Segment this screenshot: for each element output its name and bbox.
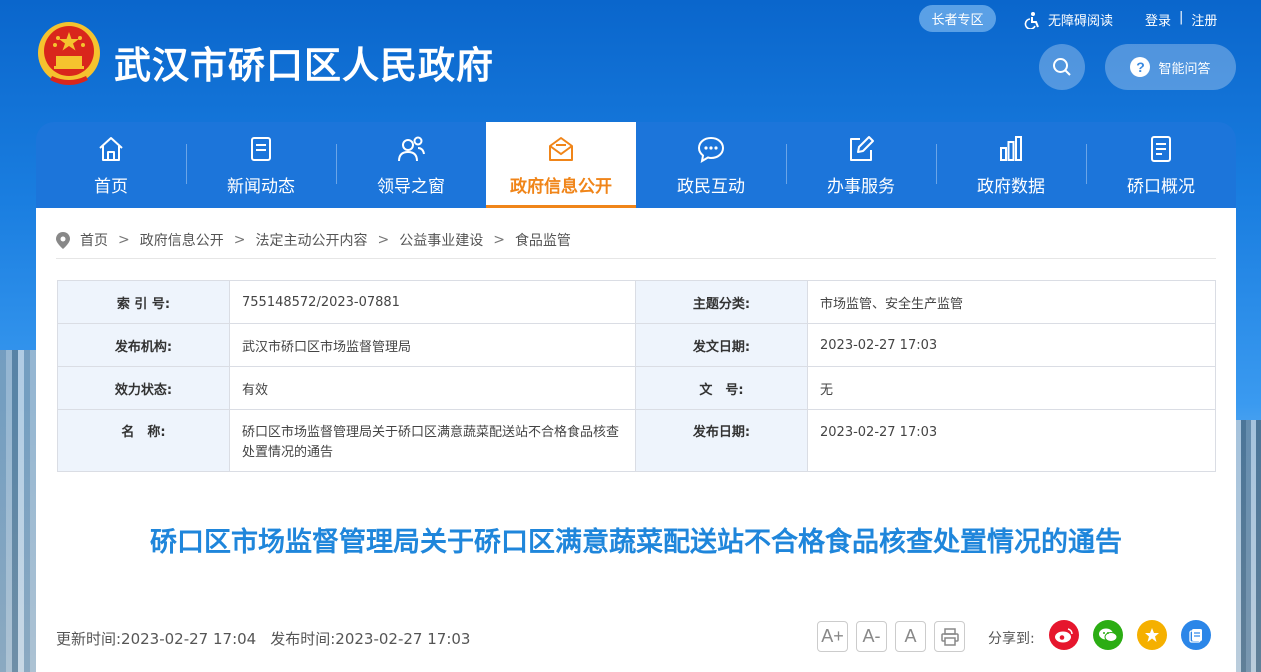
nav-label: 首页	[94, 176, 128, 197]
nav-item-overview[interactable]: 硚口概况	[1086, 122, 1236, 208]
nav-item-gov-info[interactable]: 政府信息公开	[486, 122, 636, 208]
meta-key: 发布日期:	[635, 409, 808, 472]
nav-label: 政府信息公开	[510, 176, 612, 197]
share-buttons	[1049, 620, 1211, 650]
meta-key: 主题分类:	[635, 280, 808, 324]
nav-label: 办事服务	[827, 176, 895, 197]
nav-label: 领导之窗	[377, 176, 445, 197]
breadcrumb-item-home[interactable]: 首页	[80, 230, 108, 250]
weibo-icon[interactable]	[1049, 620, 1079, 650]
breadcrumb-separator: >	[118, 232, 130, 248]
meta-key: 效力状态:	[57, 366, 230, 410]
breadcrumb: 首页 > 政府信息公开 > 法定主动公开内容 > 公益事业建设 > 食品监管	[56, 230, 571, 250]
article-times: 更新时间:2023-02-27 17:04 发布时间:2023-02-27 17…	[56, 628, 470, 649]
main-content: 首页 > 政府信息公开 > 法定主动公开内容 > 公益事业建设 > 食品监管 索…	[36, 208, 1236, 672]
site-title[interactable]: 武汉市硚口区人民政府	[114, 35, 494, 89]
breadcrumb-item-food[interactable]: 食品监管	[515, 230, 571, 250]
breadcrumb-separator: >	[493, 232, 505, 248]
document-icon	[1151, 135, 1171, 162]
meta-value: 2023-02-27 17:03	[807, 409, 1216, 472]
meta-key: 名 称:	[57, 409, 230, 472]
meta-value: 无	[807, 366, 1216, 410]
wechat-icon[interactable]	[1093, 620, 1123, 650]
nav-item-news[interactable]: 新闻动态	[186, 122, 336, 208]
document-meta-table: 索 引 号: 755148572/2023-07881 主题分类: 市场监管、安…	[57, 280, 1216, 472]
meta-value: 2023-02-27 17:03	[807, 323, 1216, 367]
bar-chart-icon	[1000, 135, 1022, 161]
print-button[interactable]	[934, 621, 965, 652]
home-icon	[99, 136, 123, 161]
meta-key: 发布机构:	[57, 323, 230, 367]
nav-item-interaction[interactable]: 政民互动	[636, 122, 786, 208]
nav-item-gov-data[interactable]: 政府数据	[936, 122, 1086, 208]
breadcrumb-divider	[56, 258, 1216, 259]
table-row: 效力状态: 有效 文 号: 无	[57, 366, 1216, 410]
font-reset-button[interactable]: A	[895, 621, 926, 652]
login-register: 登录 | 注册	[1145, 10, 1217, 29]
accessibility-label: 无障碍阅读	[1048, 14, 1114, 29]
breadcrumb-item-statutory[interactable]: 法定主动公开内容	[255, 230, 367, 250]
login-link[interactable]: 登录	[1145, 10, 1171, 29]
qzone-icon[interactable]	[1137, 620, 1167, 650]
nav-item-home[interactable]: 首页	[36, 122, 186, 208]
meta-value: 有效	[229, 366, 636, 410]
published-time: 发布时间:2023-02-27 17:03	[270, 630, 471, 648]
reading-tools: A+ A- A	[817, 621, 965, 652]
register-link[interactable]: 注册	[1191, 10, 1217, 29]
edit-icon	[850, 135, 874, 161]
updated-time: 更新时间:2023-02-27 17:04	[56, 630, 257, 648]
breadcrumb-item-gov-info[interactable]: 政府信息公开	[140, 230, 224, 250]
search-button[interactable]	[1039, 44, 1085, 90]
smart-qa-button[interactable]: ? 智能问答	[1105, 44, 1236, 90]
nav-label: 政民互动	[677, 176, 745, 197]
main-nav: 首页 新闻动态 领导之窗 政府信息公开 政民互动 办事服务 政府数据 硚口概况	[36, 122, 1236, 208]
meta-value: 市场监管、安全生产监管	[807, 280, 1216, 324]
nav-label: 政府数据	[977, 176, 1045, 197]
meta-value: 755148572/2023-07881	[229, 280, 636, 324]
mail-icon	[549, 136, 573, 161]
news-icon	[251, 136, 271, 161]
meta-value: 硚口区市场监督管理局关于硚口区满意蔬菜配送站不合格食品核查处置情况的通告	[229, 409, 636, 472]
breadcrumb-separator: >	[377, 232, 390, 248]
login-divider: |	[1179, 10, 1184, 25]
background-buildings-left	[0, 350, 40, 672]
article-title: 硚口区市场监督管理局关于硚口区满意蔬菜配送站不合格食品核查处置情况的通告	[150, 527, 1122, 558]
leaders-icon	[398, 136, 425, 161]
breadcrumb-item-public-welfare[interactable]: 公益事业建设	[399, 230, 483, 250]
table-row: 名 称: 硚口区市场监督管理局关于硚口区满意蔬菜配送站不合格食品核查处置情况的通…	[57, 409, 1216, 472]
nav-label: 新闻动态	[227, 176, 295, 197]
breadcrumb-separator: >	[233, 232, 246, 248]
copy-icon[interactable]	[1181, 620, 1211, 650]
font-increase-button[interactable]: A+	[817, 621, 848, 652]
nav-item-leaders[interactable]: 领导之窗	[336, 122, 486, 208]
accessibility-link[interactable]: 无障碍阅读	[1024, 10, 1113, 29]
chat-icon	[697, 136, 725, 163]
accessibility-icon	[1024, 11, 1039, 29]
nav-label: 硚口概况	[1127, 176, 1195, 197]
meta-value: 武汉市硚口区市场监督管理局	[229, 323, 636, 367]
meta-key: 索 引 号:	[57, 280, 230, 324]
nav-item-services[interactable]: 办事服务	[786, 122, 936, 208]
table-row: 发布机构: 武汉市硚口区市场监督管理局 发文日期: 2023-02-27 17:…	[57, 323, 1216, 367]
meta-key: 发文日期:	[635, 323, 808, 367]
question-icon: ?	[1130, 57, 1151, 77]
font-decrease-button[interactable]: A-	[856, 621, 887, 652]
share-label: 分享到:	[988, 631, 1035, 647]
print-icon	[940, 627, 959, 646]
smart-qa-label: 智能问答	[1158, 61, 1211, 77]
elder-mode-button[interactable]: 长者专区	[919, 5, 996, 32]
search-icon	[1053, 58, 1071, 76]
location-pin-icon	[56, 231, 70, 249]
meta-key: 文 号:	[635, 366, 808, 410]
table-row: 索 引 号: 755148572/2023-07881 主题分类: 市场监管、安…	[57, 280, 1216, 324]
national-emblem-icon	[38, 22, 100, 85]
